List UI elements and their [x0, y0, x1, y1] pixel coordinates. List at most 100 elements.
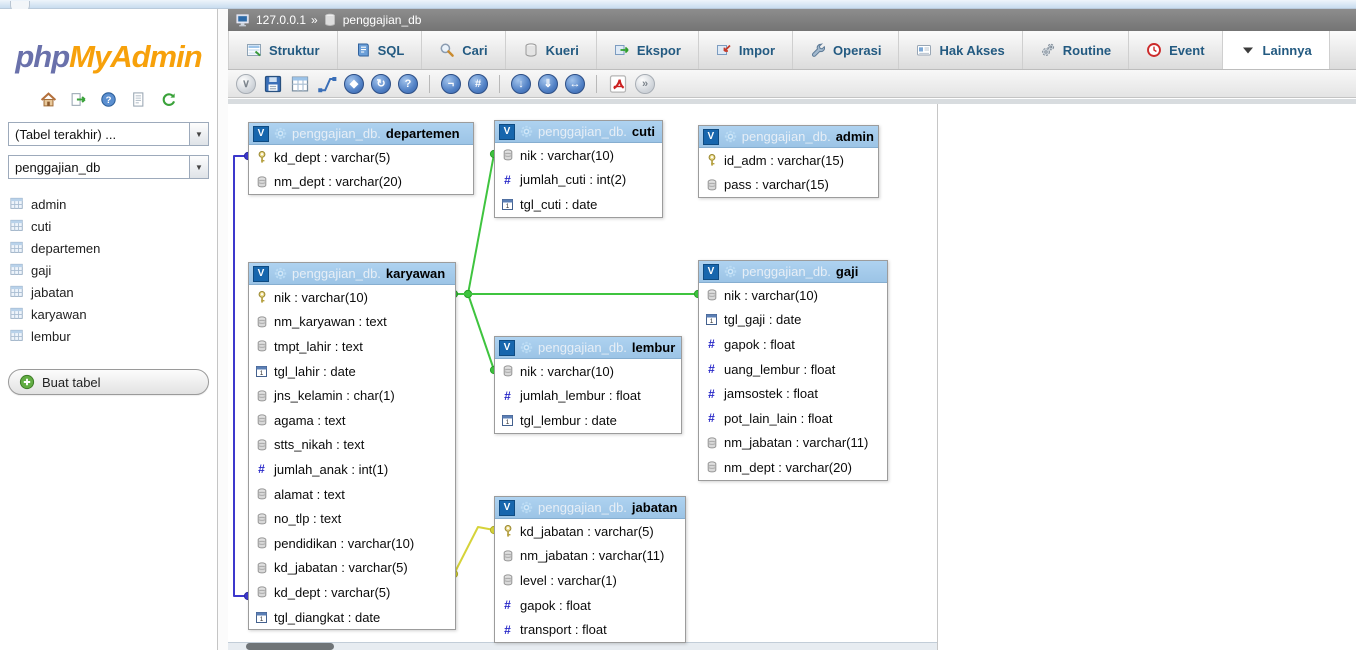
sidebar-item-lembur[interactable]: lembur — [10, 325, 217, 347]
create-table-button[interactable]: Buat tabel — [8, 369, 209, 395]
field-row-nm_karyawan[interactable]: nm_karyawan : text — [249, 310, 455, 335]
tab-sql[interactable]: SQL — [338, 31, 423, 69]
sidebar-item-departemen[interactable]: departemen — [10, 237, 217, 259]
field-row-nik[interactable]: nik : varchar(10) — [495, 359, 681, 384]
tab-cari[interactable]: Cari — [422, 31, 506, 69]
tab-hak-akses[interactable]: Hak Akses — [899, 31, 1023, 69]
field-row-kd_dept[interactable]: kd_dept : varchar(5) — [249, 145, 473, 170]
menu-toggle-icon[interactable]: ∨ — [236, 73, 256, 94]
save-icon[interactable] — [263, 74, 283, 94]
tab-event[interactable]: Event — [1129, 31, 1223, 69]
sidebar-resize-handle[interactable] — [218, 9, 228, 650]
database-select[interactable]: penggajian_db ▼ — [8, 155, 209, 179]
toggle-view-badge[interactable]: V — [253, 265, 269, 282]
relation-departemen-karyawan[interactable] — [233, 155, 248, 597]
sidebar-item-cuti[interactable]: cuti — [10, 215, 217, 237]
field-row-tmpt_lahir[interactable]: tmpt_lahir : text — [249, 334, 455, 359]
toggle-view-badge[interactable]: V — [703, 263, 719, 280]
refresh-icon[interactable] — [160, 91, 177, 108]
arrow-down-icon[interactable]: ↓ — [511, 73, 531, 94]
field-row-level[interactable]: level : varchar(1) — [495, 568, 685, 593]
home-icon[interactable] — [40, 91, 57, 108]
field-row-nm_jabatan[interactable]: nm_jabatan : varchar(11) — [699, 431, 887, 456]
docs-icon[interactable] — [130, 91, 147, 108]
designer-table-header[interactable]: Vpenggajian_db. lembur — [495, 337, 681, 359]
field-row-alamat[interactable]: alamat : text — [249, 482, 455, 507]
field-row-jamsostek[interactable]: # jamsostek : float — [699, 381, 887, 406]
field-row-id_adm[interactable]: id_adm : varchar(15) — [699, 148, 878, 173]
help-circle-icon[interactable]: ? — [398, 73, 418, 94]
sidebar-item-karyawan[interactable]: karyawan — [10, 303, 217, 325]
relation-karyawan-lembur[interactable] — [467, 293, 495, 371]
field-row-stts_nikah[interactable]: stts_nikah : text — [249, 433, 455, 458]
chevron-down-icon[interactable]: ▼ — [189, 156, 208, 178]
chevron-down-icon[interactable]: ▼ — [189, 123, 208, 145]
tab-lainnya[interactable]: Lainnya — [1222, 31, 1330, 69]
field-row-jumlah_lembur[interactable]: # jumlah_lembur : float — [495, 384, 681, 409]
field-row-tgl_lembur[interactable]: 1 tgl_lembur : date — [495, 408, 681, 433]
field-row-gapok[interactable]: # gapok : float — [495, 593, 685, 618]
toggle-view-badge[interactable]: V — [703, 128, 719, 145]
reload-icon[interactable]: ↻ — [371, 73, 391, 94]
tab-impor[interactable]: Impor — [699, 31, 794, 69]
designer-canvas[interactable]: Vpenggajian_db. departemen kd_dept : varch… — [228, 104, 1356, 650]
designer-table-header[interactable]: Vpenggajian_db. karyawan — [249, 263, 455, 285]
sidebar-item-gaji[interactable]: gaji — [10, 259, 217, 281]
field-row-jumlah_cuti[interactable]: # jumlah_cuti : int(2) — [495, 168, 662, 193]
field-row-kd_dept[interactable]: kd_dept : varchar(5) — [249, 580, 455, 605]
field-row-nm_dept[interactable]: nm_dept : varchar(20) — [249, 170, 473, 195]
field-row-kd_jabatan[interactable]: kd_jabatan : varchar(5) — [495, 519, 685, 544]
field-row-transport[interactable]: # transport : float — [495, 617, 685, 642]
designer-table-header[interactable]: Vpenggajian_db. departemen — [249, 123, 473, 145]
table-list-icon[interactable] — [290, 74, 310, 94]
field-row-tgl_diangkat[interactable]: 1 tgl_diangkat : date — [249, 605, 455, 630]
breadcrumb-database-link[interactable]: penggajian_db — [343, 13, 422, 27]
field-row-pot_lain_lain[interactable]: # pot_lain_lain : float — [699, 406, 887, 431]
recent-table-select[interactable]: (Tabel terakhir) ... ▼ — [8, 122, 209, 146]
field-row-tgl_lahir[interactable]: 1 tgl_lahir : date — [249, 359, 455, 384]
field-row-no_tlp[interactable]: no_tlp : text — [249, 506, 455, 531]
designer-table-header[interactable]: Vpenggajian_db. cuti — [495, 121, 662, 143]
new-relation-icon[interactable]: ◆ — [344, 73, 364, 94]
field-row-jumlah_anak[interactable]: # jumlah_anak : int(1) — [249, 457, 455, 482]
field-row-nm_jabatan[interactable]: nm_jabatan : varchar(11) — [495, 544, 685, 569]
tab-ekspor[interactable]: Ekspor — [597, 31, 699, 69]
field-row-nm_dept[interactable]: nm_dept : varchar(20) — [699, 455, 887, 480]
breadcrumb-server-link[interactable]: 127.0.0.1 — [256, 13, 306, 27]
field-row-tgl_gaji[interactable]: 1 tgl_gaji : date — [699, 308, 887, 333]
toggle-view-badge[interactable]: V — [253, 125, 269, 142]
field-row-gapok[interactable]: # gapok : float — [699, 332, 887, 357]
more-icon[interactable]: » — [635, 73, 655, 94]
field-row-nik[interactable]: nik : varchar(10) — [699, 283, 887, 308]
toggle-view-badge[interactable]: V — [499, 123, 515, 140]
designer-table-header[interactable]: Vpenggajian_db. admin — [699, 126, 878, 148]
relation-line-icon[interactable] — [317, 74, 337, 94]
grid-snap-icon[interactable]: # — [468, 73, 488, 94]
sidebar-item-admin[interactable]: admin — [10, 193, 217, 215]
field-row-pass[interactable]: pass : varchar(15) — [699, 173, 878, 198]
field-row-kd_jabatan[interactable]: kd_jabatan : varchar(5) — [249, 556, 455, 581]
tab-struktur[interactable]: Struktur — [228, 31, 338, 69]
fullscreen-icon[interactable]: ↔ — [565, 73, 585, 94]
arrow-bottom-icon[interactable]: ⇓ — [538, 73, 558, 94]
tab-operasi[interactable]: Operasi — [793, 31, 900, 69]
horizontal-scrollbar-thumb[interactable] — [246, 643, 334, 650]
tab-kueri[interactable]: Kueri — [506, 31, 597, 69]
tab-routine[interactable]: Routine — [1023, 31, 1130, 69]
field-row-jns_kelamin[interactable]: jns_kelamin : char(1) — [249, 383, 455, 408]
field-row-uang_lembur[interactable]: # uang_lembur : float — [699, 357, 887, 382]
field-row-nik[interactable]: nik : varchar(10) — [249, 285, 455, 310]
field-row-tgl_cuti[interactable]: 1 tgl_cuti : date — [495, 192, 662, 217]
horizontal-scrollbar-track[interactable] — [228, 642, 937, 650]
field-row-pendidikan[interactable]: pendidikan : varchar(10) — [249, 531, 455, 556]
designer-table-header[interactable]: Vpenggajian_db. gaji — [699, 261, 887, 283]
toggle-view-badge[interactable]: V — [499, 339, 515, 356]
logout-icon[interactable] — [70, 91, 87, 108]
field-row-agama[interactable]: agama : text — [249, 408, 455, 433]
relation-jabatan-karyawan[interactable] — [453, 526, 495, 575]
pdf-export-icon[interactable] — [608, 74, 628, 94]
angular-link-icon[interactable]: ¬ — [441, 73, 461, 94]
field-row-nik[interactable]: nik : varchar(10) — [495, 143, 662, 168]
sidebar-item-jabatan[interactable]: jabatan — [10, 281, 217, 303]
designer-table-header[interactable]: Vpenggajian_db. jabatan — [495, 497, 685, 519]
